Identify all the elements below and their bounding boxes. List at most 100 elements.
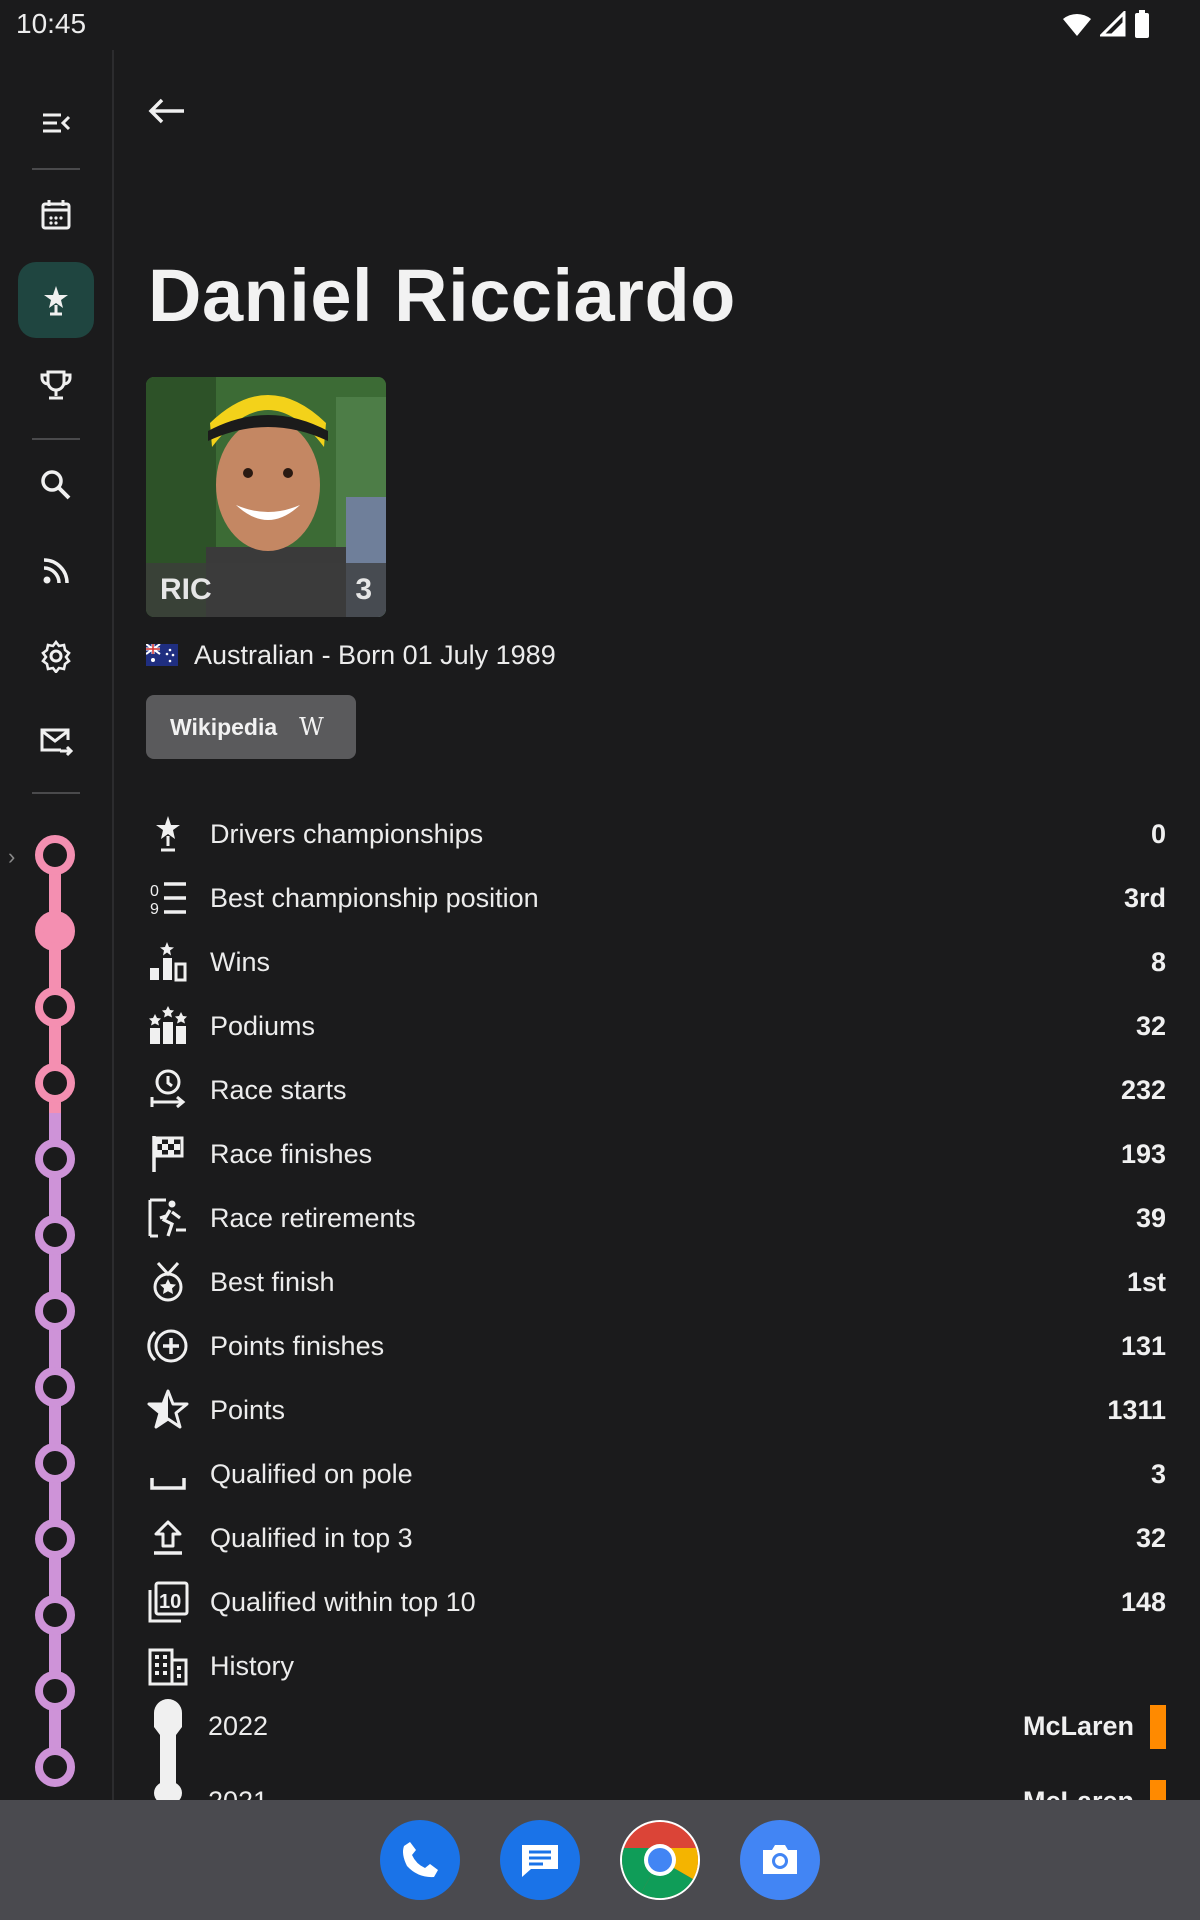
stat-label: Best championship position xyxy=(210,882,539,913)
timeline-node[interactable] xyxy=(35,835,75,875)
dock-messages[interactable] xyxy=(500,1820,580,1900)
stat-label: Qualified in top 3 xyxy=(210,1522,413,1553)
dock-phone[interactable] xyxy=(380,1820,460,1900)
history-team: McLaren xyxy=(1022,1711,1134,1741)
search-icon xyxy=(41,470,71,500)
stat-row: 0 9 Best championship position 3rd xyxy=(146,866,1166,930)
stats-list: Drivers championships 0 0 9 Best championshi… xyxy=(146,802,1166,1698)
driver-code: RIC xyxy=(160,573,212,606)
stat-value: 32 xyxy=(1135,1522,1166,1553)
status-bar: 10:45 xyxy=(0,0,1200,50)
timeline-node[interactable] xyxy=(35,1671,75,1711)
nav-calendar[interactable] xyxy=(18,177,94,253)
stat-value: 3 xyxy=(1150,1458,1166,1489)
team-color-bar xyxy=(1150,1780,1166,1800)
timeline-node[interactable] xyxy=(35,1291,75,1331)
stat-value: 232 xyxy=(1120,1074,1166,1105)
timeline-node[interactable] xyxy=(35,1443,75,1483)
nav-drivers[interactable] xyxy=(18,262,94,338)
chrome-icon xyxy=(622,1822,698,1899)
timeline-node[interactable] xyxy=(35,1367,75,1407)
stat-label: Best finish xyxy=(210,1266,335,1297)
nav-search[interactable] xyxy=(18,447,94,523)
star-half-icon xyxy=(146,1388,190,1432)
star-trophy-icon xyxy=(146,812,190,856)
stat-value: 39 xyxy=(1135,1202,1166,1233)
ordered-list-icon: 09 xyxy=(146,876,190,920)
stat-row: Qualified in top 3 32 xyxy=(146,1506,1166,1570)
menu-button[interactable] xyxy=(18,86,94,162)
mail-forward-icon xyxy=(40,728,73,757)
dock-chrome[interactable] xyxy=(620,1820,700,1900)
nav-contact[interactable] xyxy=(18,703,94,779)
stat-value: 0 xyxy=(1150,818,1166,849)
timeline-node[interactable] xyxy=(35,1519,75,1559)
nav-rss[interactable] xyxy=(18,533,94,609)
wikipedia-icon: W xyxy=(299,713,324,741)
team-color-bar xyxy=(1150,1705,1166,1749)
stat-value: 193 xyxy=(1120,1138,1166,1169)
exit-run-icon xyxy=(146,1196,190,1240)
menu-collapse-icon xyxy=(43,113,71,133)
stat-label: Qualified within top 10 xyxy=(210,1586,476,1617)
podium-icon xyxy=(146,940,190,984)
back-button[interactable] xyxy=(142,86,192,136)
status-icons xyxy=(1062,10,1150,38)
stat-row: Race finishes 193 xyxy=(146,1122,1166,1186)
phone-icon xyxy=(403,1842,438,1878)
driver-photo: RIC 3 xyxy=(146,377,386,617)
stat-row: Points 1311 xyxy=(146,1378,1166,1442)
timeline-node[interactable] xyxy=(35,1747,75,1787)
stat-value: 8 xyxy=(1150,946,1166,977)
timeline-node[interactable] xyxy=(35,1139,75,1179)
upload-arrow-icon xyxy=(146,1516,190,1560)
timer-start-icon xyxy=(146,1068,190,1112)
stat-row: 10 Qualified within top 10 148 xyxy=(146,1570,1166,1634)
app-dock xyxy=(0,1800,1200,1920)
history-year: 2022 xyxy=(208,1711,269,1741)
stat-row: Qualified on pole 3 xyxy=(146,1442,1166,1506)
timeline-node[interactable] xyxy=(35,1595,75,1635)
calendar-icon xyxy=(41,200,71,230)
stat-label: Race retirements xyxy=(210,1202,416,1233)
stat-row: Best finish 1st xyxy=(146,1250,1166,1314)
rss-icon xyxy=(43,558,69,584)
svg-text:0: 0 xyxy=(150,883,159,900)
stat-value: 131 xyxy=(1120,1330,1166,1361)
timeline-node[interactable] xyxy=(35,911,75,951)
stat-row: Podiums 32 xyxy=(146,994,1166,1058)
rail-divider xyxy=(32,792,80,794)
plus-circle-icon xyxy=(146,1324,190,1368)
svg-text:9: 9 xyxy=(150,901,159,918)
wikipedia-button[interactable]: Wikipedia W xyxy=(146,695,356,759)
driver-info: Australian - Born 01 July 1989 xyxy=(146,635,556,675)
stat-label: Race starts xyxy=(210,1074,347,1105)
battery-icon xyxy=(1135,10,1149,38)
dock-camera[interactable] xyxy=(740,1820,820,1900)
driver-info-text: Australian - Born 01 July 1989 xyxy=(194,639,556,670)
timeline-node[interactable] xyxy=(35,987,75,1027)
stat-value: 3rd xyxy=(1123,882,1166,913)
camera-icon xyxy=(763,1845,797,1874)
timeline-node[interactable] xyxy=(35,1215,75,1255)
signal-icon xyxy=(1100,11,1126,37)
stat-row: Wins 8 xyxy=(146,930,1166,994)
driver-name: Daniel Ricciardo xyxy=(148,254,736,337)
stat-label: Qualified on pole xyxy=(210,1458,413,1489)
stat-row: History xyxy=(146,1634,1166,1698)
nav-constructors[interactable] xyxy=(18,347,94,423)
stat-label: Wins xyxy=(210,946,270,977)
rail-divider xyxy=(32,438,80,440)
stat-row: Race starts 232 xyxy=(146,1058,1166,1122)
nav-settings[interactable] xyxy=(18,618,94,694)
office-building-icon xyxy=(146,1644,190,1688)
history-row[interactable]: 2022 McLaren xyxy=(146,1693,1166,1767)
history-row[interactable]: 2021 McLaren xyxy=(146,1768,1166,1800)
podium-stars-icon xyxy=(146,1004,190,1048)
driver-detail: Daniel Ricciardo RIC 3 Australian - Born… xyxy=(114,50,1200,1800)
timeline-node[interactable] xyxy=(35,1063,75,1103)
back-arrow-icon xyxy=(148,98,184,124)
history-team: McLaren xyxy=(1023,1786,1134,1800)
season-timeline[interactable] xyxy=(0,820,112,1800)
gear-icon xyxy=(41,639,71,673)
